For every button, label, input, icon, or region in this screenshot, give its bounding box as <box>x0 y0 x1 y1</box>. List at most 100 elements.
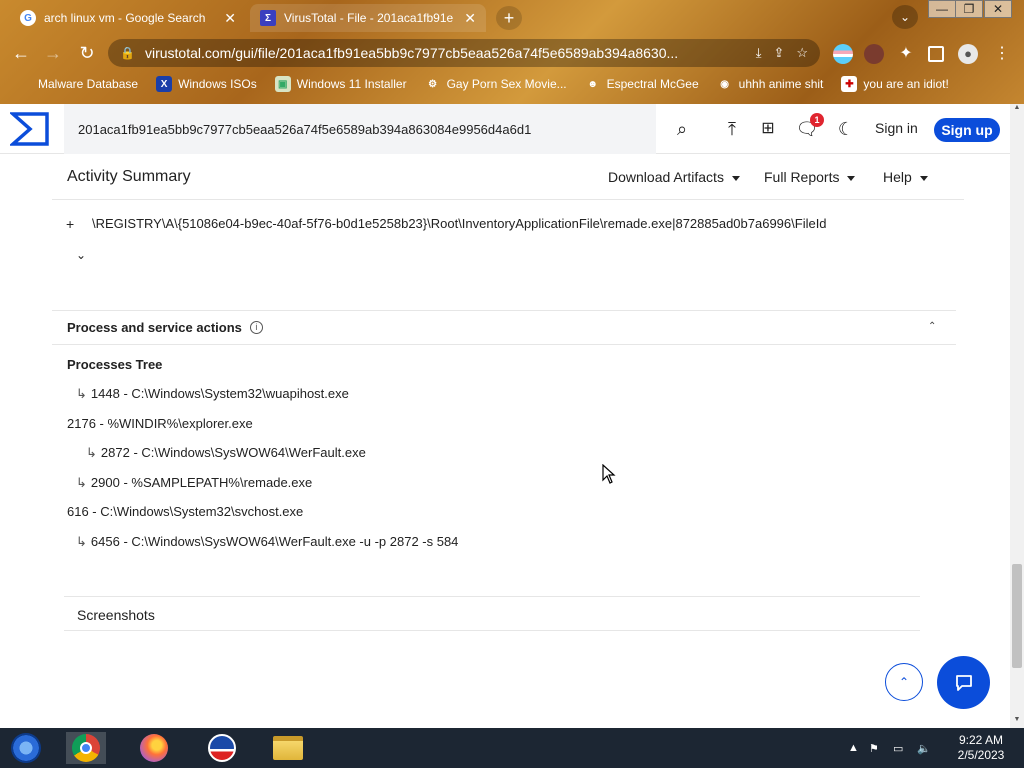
new-tab-button[interactable]: + <box>496 6 522 30</box>
bookmark-label: Windows ISOs <box>178 77 257 91</box>
process-text: 2872 - C:\Windows\SysWOW64\WerFault.exe <box>100 445 366 460</box>
dark-mode-icon[interactable]: ☾ <box>834 117 858 141</box>
lock-icon[interactable]: 🔒 <box>120 46 135 60</box>
taskbar-clock[interactable]: 9:22 AM 2/5/2023 <box>948 733 1014 763</box>
network-icon[interactable]: ▭ <box>893 742 903 755</box>
bookmark-you-are-an-idiot[interactable]: ✚ you are an idiot! <box>841 76 949 92</box>
taskbar-obama-app[interactable] <box>202 732 242 764</box>
child-arrow-icon: ↳ <box>76 534 87 549</box>
image-icon: ▣ <box>274 76 291 92</box>
child-arrow-icon: ↳ <box>86 445 97 460</box>
mouse-cursor-icon <box>602 464 616 484</box>
section-title-text: Process and service actions <box>67 320 242 335</box>
tab-strip: G arch linux vm - Google Search ✕ Σ Viru… <box>0 0 1024 36</box>
bookmark-windows-11-installer[interactable]: ▣ Windows 11 Installer <box>274 76 407 92</box>
google-icon: G <box>20 10 36 26</box>
notification-badge: 1 <box>810 113 824 127</box>
reload-button[interactable]: ↻ <box>74 40 100 66</box>
scrollbar-thumb[interactable] <box>1012 564 1022 668</box>
upload-icon[interactable]: ⤒ <box>720 117 744 141</box>
info-icon[interactable]: i <box>249 321 263 334</box>
bookmark-icon <box>16 76 32 92</box>
extensions-icon[interactable]: ✦ <box>896 44 916 64</box>
help-menu[interactable]: Help <box>883 169 928 185</box>
process-text: 616 - C:\Windows\System32\svchost.exe <box>67 504 304 519</box>
hash-search-input[interactable]: 201aca1fb91ea5bb9c7977cb5eaa526a74f5e658… <box>64 104 656 154</box>
bookmark-windows-isos[interactable]: X Windows ISOs <box>156 76 257 92</box>
clock-date: 2/5/2023 <box>957 748 1005 762</box>
activity-summary-title: Activity Summary <box>67 168 191 185</box>
chevron-down-icon[interactable]: ⌄ <box>76 248 86 262</box>
bookmark-label: uhhh anime shit <box>738 77 824 91</box>
apps-grid-icon[interactable]: ⊞ <box>756 117 780 141</box>
tab-title: VirusTotal - File - 201aca1fb91e <box>284 11 454 25</box>
bookmark-label: Gay Porn Sex Movie... <box>446 77 567 91</box>
ghost-icon: ☻ <box>587 78 598 90</box>
bookmarks-bar: Malware Database X Windows ISOs ▣ Window… <box>0 72 1024 96</box>
side-panel-icon[interactable] <box>928 46 944 62</box>
taskbar-firefox[interactable] <box>134 732 174 764</box>
anime-icon: ◉ <box>720 78 730 90</box>
search-icon[interactable]: ⌕ <box>670 117 694 141</box>
extension-avatar-icon[interactable] <box>864 44 884 64</box>
divider <box>64 630 920 631</box>
virustotal-page: 201aca1fb91ea5bb9c7977cb5eaa526a74f5e658… <box>0 104 1010 728</box>
processes-tree-title: Processes Tree <box>67 357 163 372</box>
chat-button[interactable] <box>937 656 990 709</box>
sign-up-button[interactable]: Sign up <box>934 118 1000 142</box>
registry-plus-sign: + <box>66 216 75 232</box>
download-artifacts-menu[interactable]: Download Artifacts <box>608 169 740 185</box>
virustotal-logo-icon[interactable] <box>10 111 50 147</box>
start-button[interactable] <box>6 732 46 764</box>
close-icon[interactable]: ✕ <box>224 10 236 27</box>
process-item: 616 - C:\Windows\System32\svchost.exe <box>67 504 303 519</box>
taskbar-file-explorer[interactable] <box>268 732 308 764</box>
menu-icon[interactable]: ⋮ <box>992 44 1012 64</box>
bookmark-anime[interactable]: ◉ uhhh anime shit <box>717 76 824 92</box>
maximize-button[interactable]: ❐ <box>955 0 983 18</box>
bookmark-malware-database[interactable]: Malware Database <box>16 76 138 92</box>
scroll-up-arrow-icon[interactable]: ▲ <box>1010 104 1024 116</box>
full-reports-menu[interactable]: Full Reports <box>764 169 855 185</box>
volume-icon[interactable]: 🔈 <box>917 742 931 755</box>
close-window-button[interactable]: ✕ <box>984 0 1012 18</box>
registry-row: + \REGISTRY\A\{51086e04-b9ec-40af-5f76-b… <box>66 216 827 232</box>
action-center-flag-icon[interactable]: ⚑ <box>869 742 879 755</box>
start-icon <box>11 733 41 763</box>
scroll-down-arrow-icon[interactable]: ▼ <box>1010 716 1024 728</box>
address-bar[interactable]: 🔒 virustotal.com/gui/file/201aca1fb91ea5… <box>108 39 820 67</box>
bookmark-espectral-mcgee[interactable]: ☻ Espectral McGee <box>585 76 698 92</box>
bookmark-movies[interactable]: ⚙ Gay Porn Sex Movie... <box>425 76 567 92</box>
browser-chrome: G arch linux vm - Google Search ✕ Σ Viru… <box>0 0 1024 104</box>
file-explorer-icon <box>273 736 303 760</box>
virustotal-icon: Σ <box>260 10 276 26</box>
chevron-up-icon[interactable]: ⌃ <box>928 321 936 332</box>
sign-in-link[interactable]: Sign in <box>875 120 918 136</box>
download-icon[interactable]: ⤓ <box>756 45 762 61</box>
process-item: ↳ 2872 - C:\Windows\SysWOW64\WerFault.exe <box>86 445 366 461</box>
extension-flag-icon[interactable] <box>833 44 853 64</box>
divider <box>52 310 956 311</box>
tab-google-search[interactable]: G arch linux vm - Google Search ✕ <box>10 4 246 32</box>
process-item: ↳ 1448 - C:\Windows\System32\wuapihost.ex… <box>76 386 349 402</box>
share-icon[interactable]: ⇪ <box>773 45 784 61</box>
process-text: 1448 - C:\Windows\System32\wuapihost.exe <box>90 386 349 401</box>
forward-button[interactable]: → <box>40 40 66 66</box>
screenshots-section-title[interactable]: Screenshots <box>77 607 155 623</box>
process-text: 2176 - %WINDIR%\explorer.exe <box>67 416 253 431</box>
close-icon[interactable]: ✕ <box>464 10 476 27</box>
navigation-bar: ← → ↻ 🔒 virustotal.com/gui/file/201aca1f… <box>0 36 1024 70</box>
taskbar-chrome[interactable] <box>66 732 106 764</box>
minimize-button[interactable]: — <box>928 0 956 18</box>
scroll-to-top-button[interactable]: ⌃ <box>885 663 923 701</box>
clock-time: 9:22 AM <box>958 733 1004 747</box>
tab-virustotal[interactable]: Σ VirusTotal - File - 201aca1fb91e ✕ <box>250 4 486 32</box>
tab-search-button[interactable]: ⌄ <box>892 5 918 29</box>
profile-icon[interactable]: ● <box>958 44 978 64</box>
back-button[interactable]: ← <box>8 40 34 66</box>
star-icon[interactable]: ☆ <box>796 45 808 61</box>
page-scrollbar[interactable]: ▲ ▼ <box>1010 104 1024 728</box>
tab-title: arch linux vm - Google Search <box>44 11 206 25</box>
show-hidden-icons-icon[interactable]: ▲ <box>848 742 859 754</box>
bookmark-label: Malware Database <box>38 77 139 91</box>
